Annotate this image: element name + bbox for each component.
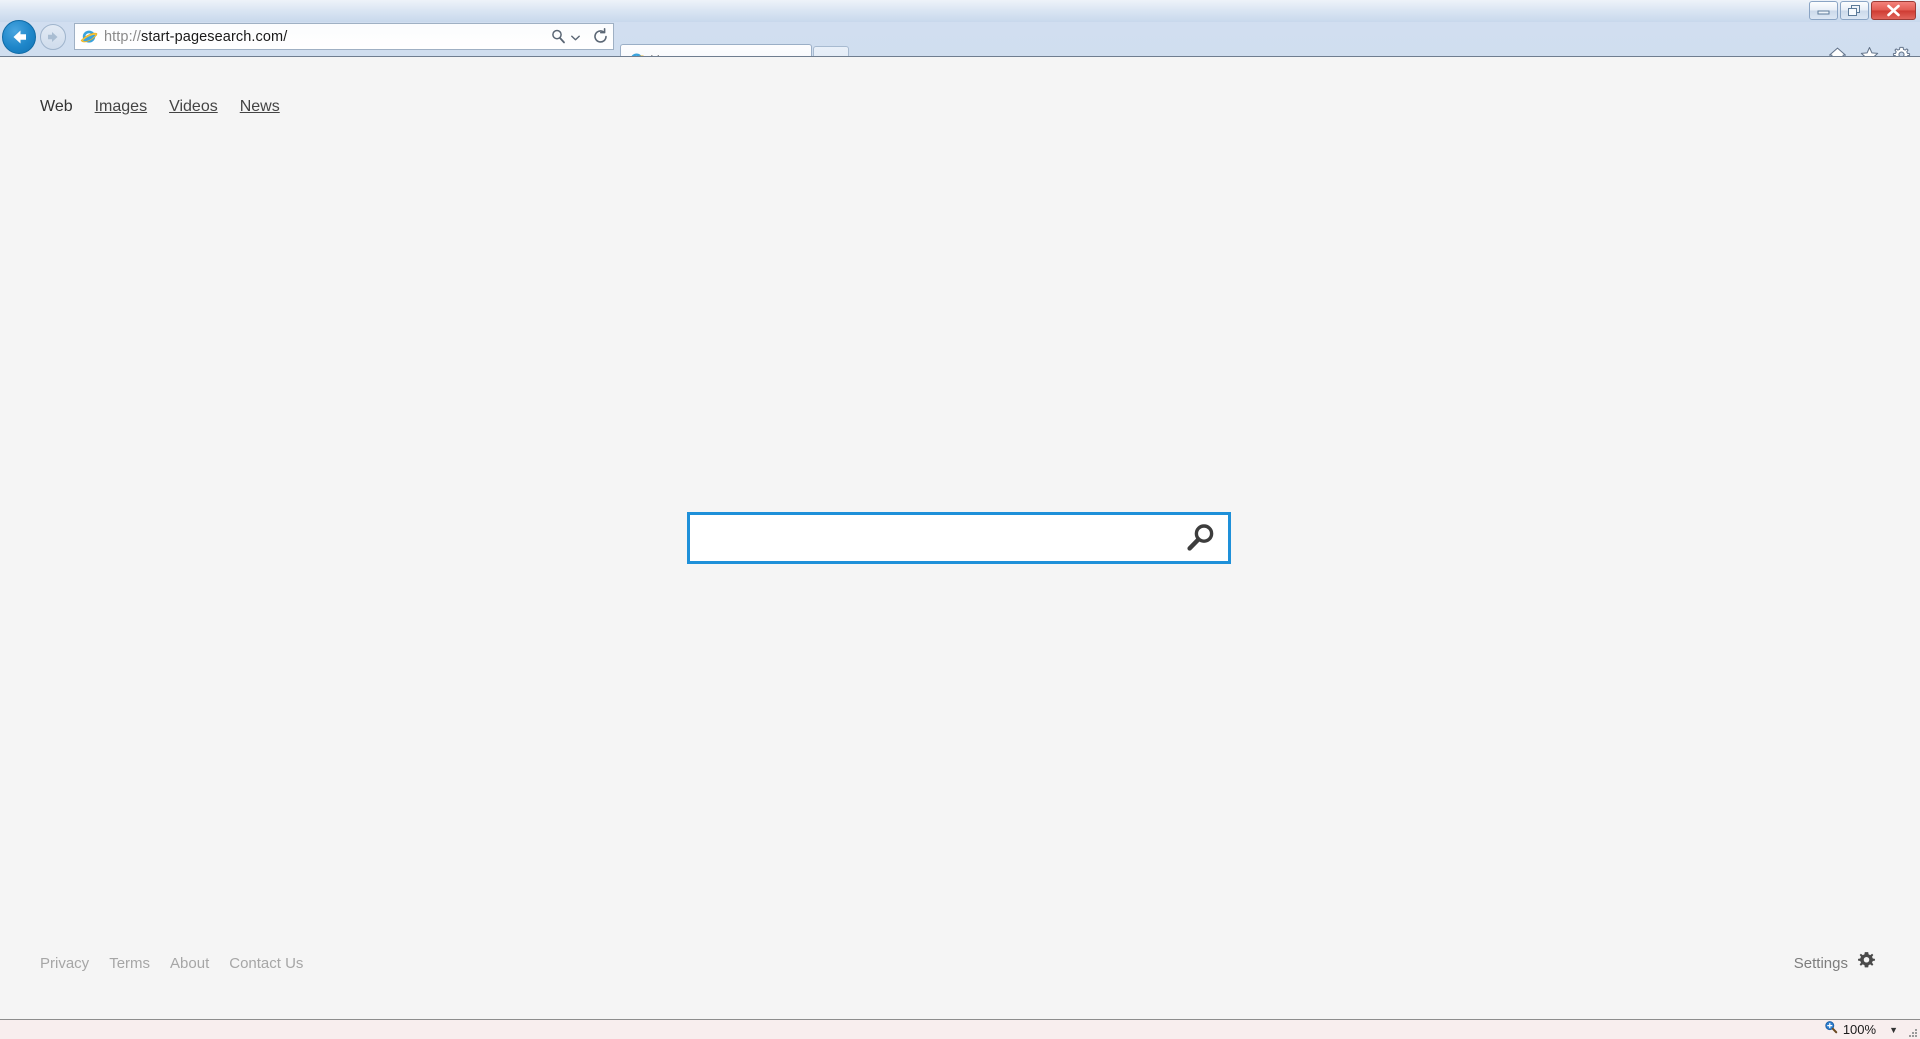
url-host: start-pagesearch.com/: [140, 28, 288, 45]
minimize-icon: [1817, 10, 1830, 15]
footer-link-about[interactable]: About: [170, 955, 209, 972]
nav-link-videos[interactable]: Videos: [169, 98, 218, 116]
restore-icon: [1848, 5, 1860, 16]
internet-explorer-icon: [79, 27, 99, 47]
zoom-level-label: 100%: [1842, 1022, 1877, 1037]
footer-link-privacy[interactable]: Privacy: [40, 955, 89, 972]
search-input[interactable]: [690, 515, 1172, 561]
address-search-icon[interactable]: [545, 24, 571, 49]
nav-link-web[interactable]: Web: [40, 98, 73, 116]
refresh-icon[interactable]: [587, 24, 613, 49]
navigation-toolbar: http://start-pagesearch.com/: [0, 18, 1920, 74]
back-arrow-icon: [13, 30, 26, 44]
back-button[interactable]: [2, 20, 36, 54]
category-nav: Web Images Videos News: [40, 98, 280, 116]
search-submit-button[interactable]: [1172, 515, 1228, 561]
browser-window: http://start-pagesearch.com/ Web Images …: [0, 0, 1920, 1039]
search-magnifier-icon: [1187, 524, 1214, 551]
nav-link-news[interactable]: News: [240, 98, 280, 116]
nav-link-images[interactable]: Images: [95, 98, 147, 116]
settings-button[interactable]: Settings: [1794, 951, 1876, 975]
resize-grip-icon[interactable]: [1906, 1026, 1918, 1038]
close-icon: [1887, 4, 1900, 17]
chevron-down-icon[interactable]: ▼: [1889, 1025, 1898, 1035]
search-homepage: Web Images Videos News Privacy Terms Abo…: [0, 57, 1920, 1019]
address-bar[interactable]: http://start-pagesearch.com/: [74, 23, 614, 50]
search-area: [687, 512, 1231, 564]
forward-arrow-icon: [48, 32, 58, 42]
search-box[interactable]: [687, 512, 1231, 564]
gear-icon: [1857, 951, 1876, 975]
status-bar: 100% ▼: [0, 1019, 1920, 1039]
footer-links: Privacy Terms About Contact Us: [40, 955, 303, 972]
footer-link-contact-us[interactable]: Contact Us: [229, 955, 303, 972]
forward-button[interactable]: [40, 24, 66, 50]
footer-link-terms[interactable]: Terms: [109, 955, 150, 972]
address-url-text: http://start-pagesearch.com/: [99, 29, 545, 45]
url-scheme: http://: [104, 28, 141, 45]
zoom-in-icon: [1824, 1020, 1838, 1039]
settings-label: Settings: [1793, 954, 1848, 972]
page-viewport: Web Images Videos News Privacy Terms Abo…: [0, 56, 1920, 1019]
address-search-chevron-down-icon[interactable]: [571, 28, 583, 46]
